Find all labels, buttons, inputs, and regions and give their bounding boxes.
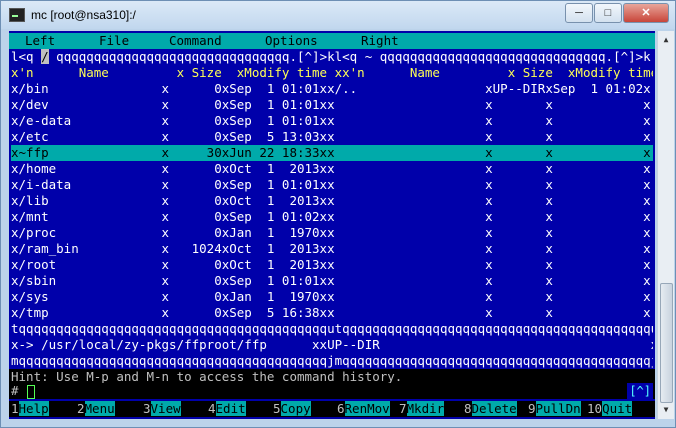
fkey-copy[interactable]: 5Copy bbox=[273, 401, 311, 417]
terminal-window: mc [root@nsa310]:/ ─ □ ✕ Left File Comma… bbox=[0, 0, 676, 428]
title-bar[interactable]: mc [root@nsa310]:/ ─ □ ✕ bbox=[1, 1, 675, 29]
panel-separator: tqqqqqqqqqqqqqqqqqqqqqqqqqqqqqqqqqqqqqqq… bbox=[11, 321, 653, 336]
menu-options[interactable]: Options bbox=[265, 33, 318, 49]
fkey-mkdir[interactable]: 7Mkdir bbox=[399, 401, 445, 417]
file-row[interactable]: x/tmp x 0xSep 5 16:38xx x x x bbox=[11, 305, 653, 321]
file-row[interactable]: x/etc x 0xSep 5 13:03xx x x x bbox=[11, 129, 653, 145]
fkey-pulldn[interactable]: 9PullDn bbox=[528, 401, 581, 417]
maximize-button[interactable]: □ bbox=[594, 3, 622, 23]
fkey-quit[interactable]: 10Quit bbox=[587, 401, 633, 417]
file-row[interactable]: x/root x 0xOct 1 2013xx x x x bbox=[11, 257, 653, 273]
file-row[interactable]: x/bin x 0xSep 1 01:01xx/.. xUP--DIRxSep … bbox=[11, 81, 653, 97]
command-line[interactable]: # [^] bbox=[9, 383, 655, 399]
file-row-selected[interactable]: x~ffp x 30xJun 22 18:33xx x x x bbox=[11, 145, 653, 161]
window-controls: ─ □ ✕ bbox=[564, 3, 669, 23]
function-key-bar: 1Help 2Menu 3View 4Edit 5Copy 6RenMov 7M… bbox=[9, 401, 655, 417]
file-row[interactable]: x/i-data x 0xSep 1 01:01xx x x x bbox=[11, 177, 653, 193]
fkey-menu[interactable]: 2Menu bbox=[77, 401, 115, 417]
vertical-scrollbar[interactable]: ▲ ▼ bbox=[657, 31, 674, 419]
fkey-renmov[interactable]: 6RenMov bbox=[337, 401, 390, 417]
file-row[interactable]: x/home x 0xOct 1 2013xx x x x bbox=[11, 161, 653, 177]
file-row[interactable]: x/sys x 0xJan 1 1970xx x x x bbox=[11, 289, 653, 305]
panel-info-line: x-> /usr/local/zy-pkgs/ffproot/ffp xxUP-… bbox=[11, 337, 653, 352]
file-row[interactable]: x/e-data x 0xSep 1 01:01xx x x x bbox=[11, 113, 653, 129]
menu-command[interactable]: Command bbox=[169, 33, 222, 49]
mc-menubar: Left File Command Options Right bbox=[9, 33, 655, 49]
scroll-down-arrow-icon[interactable]: ▼ bbox=[660, 403, 672, 417]
close-button[interactable]: ✕ bbox=[623, 3, 669, 23]
fkey-view[interactable]: 3View bbox=[143, 401, 181, 417]
terminal-app-icon bbox=[9, 8, 25, 22]
panel-top-border: l<q / qqqqqqqqqqqqqqqqqqqqqqqqqqqqqqq.[^… bbox=[11, 49, 651, 64]
menu-file[interactable]: File bbox=[99, 33, 129, 49]
fkey-edit[interactable]: 4Edit bbox=[208, 401, 246, 417]
file-row[interactable]: x/lib x 0xOct 1 2013xx x x x bbox=[11, 193, 653, 209]
panel-bottom-border: mqqqqqqqqqqqqqqqqqqqqqqqqqqqqqqqqqqqqqqq… bbox=[11, 353, 653, 368]
menu-left[interactable]: Left bbox=[25, 33, 55, 49]
history-button[interactable]: [^] bbox=[627, 383, 653, 399]
scroll-up-arrow-icon[interactable]: ▲ bbox=[660, 33, 672, 47]
left-panel-path[interactable]: / bbox=[41, 49, 49, 64]
fkey-help[interactable]: 1Help bbox=[11, 401, 49, 417]
fkey-delete[interactable]: 8Delete bbox=[464, 401, 517, 417]
file-row[interactable]: x/sbin x 0xSep 1 01:01xx x x x bbox=[11, 273, 653, 289]
terminal-screen[interactable]: Left File Command Options Right l<q / qq… bbox=[9, 31, 655, 419]
menu-right[interactable]: Right bbox=[361, 33, 399, 49]
window-title: mc [root@nsa310]:/ bbox=[31, 8, 136, 22]
minimize-button[interactable]: ─ bbox=[565, 3, 593, 23]
text-cursor bbox=[27, 385, 35, 399]
file-row[interactable]: x/dev x 0xSep 1 01:01xx x x x bbox=[11, 97, 653, 113]
panel-column-headers[interactable]: x'n Name x Size xModify time xx'n Name x… bbox=[11, 65, 653, 81]
file-row[interactable]: x/proc x 0xJan 1 1970xx x x x bbox=[11, 225, 653, 241]
shell-prompt: # bbox=[11, 383, 19, 398]
file-row[interactable]: x/mnt x 0xSep 1 01:02xx x x x bbox=[11, 209, 653, 225]
file-row[interactable]: x/ram_bin x 1024xOct 1 2013xx x x x bbox=[11, 241, 653, 257]
scrollbar-thumb[interactable] bbox=[660, 283, 673, 403]
